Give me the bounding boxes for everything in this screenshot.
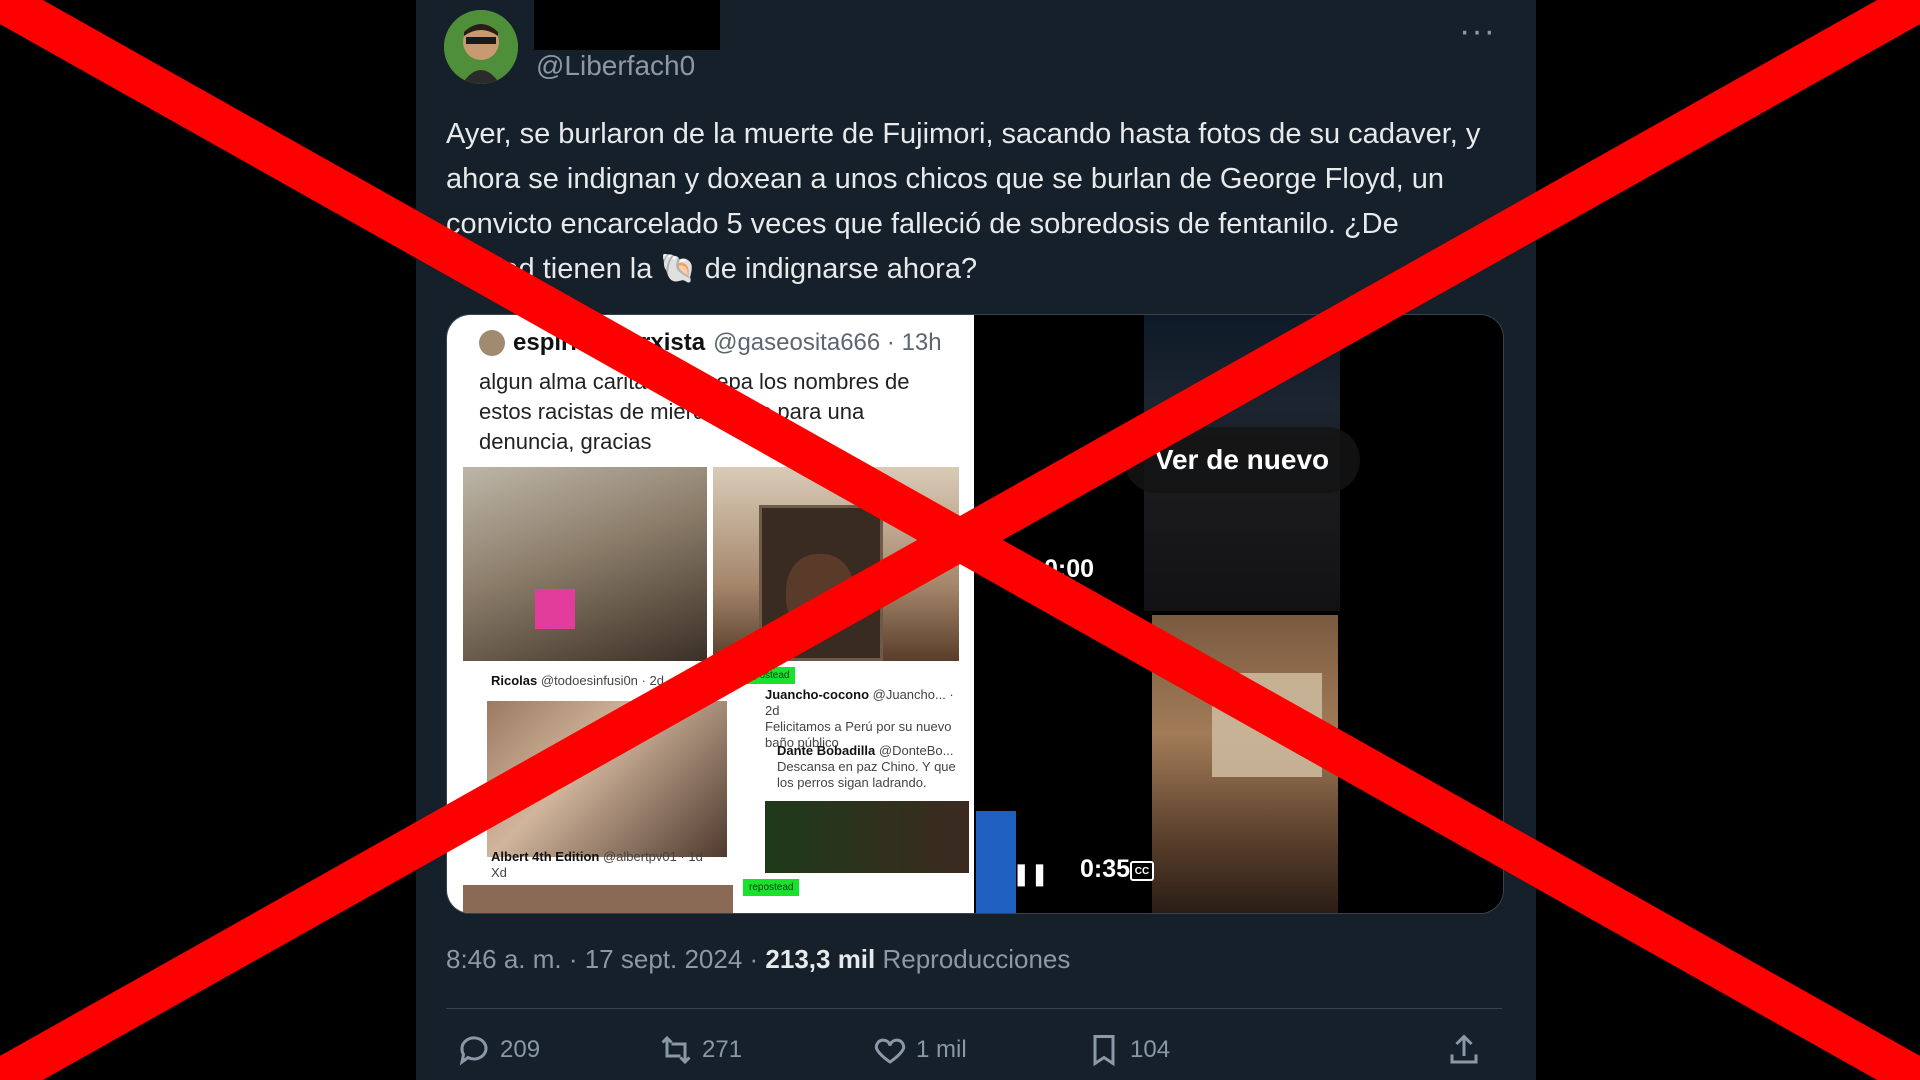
bookmark-icon bbox=[1093, 1035, 1115, 1067]
video-player-bottom[interactable]: ❚❚ 0:35 CC bbox=[976, 615, 1503, 913]
bookmark-button[interactable]: 104 bbox=[1086, 1032, 1170, 1068]
video-sign bbox=[1212, 673, 1322, 777]
reply-item: Ricolas @todoesinfusi0n · 2d bbox=[491, 673, 664, 689]
gift-box bbox=[535, 589, 575, 629]
video-player-top[interactable]: Ver de nuevo 0:00 bbox=[976, 315, 1503, 611]
quoted-header: espíritu marxista @gaseosita666 · 13h bbox=[479, 329, 942, 357]
quoted-screenshot-image[interactable]: espíritu marxista @gaseosita666 · 13h al… bbox=[447, 315, 974, 913]
user-handle[interactable]: @Liberfach0 bbox=[536, 50, 695, 82]
reply-item: Albert 4th Edition @albertpv01 · 1d Xd bbox=[491, 849, 703, 881]
video-bin bbox=[976, 811, 1016, 913]
quoted-avatar bbox=[479, 330, 505, 356]
quoted-photo-cake bbox=[713, 467, 959, 661]
reply-name: Juancho-cocono bbox=[765, 687, 870, 702]
reply-handle: @todoesinfusi0n · 2d bbox=[540, 673, 664, 688]
more-options-icon[interactable]: ··· bbox=[1459, 12, 1496, 51]
poster bbox=[759, 505, 883, 661]
bookmark-count: 104 bbox=[1130, 1036, 1171, 1063]
quoted-collage-image bbox=[463, 885, 733, 913]
reply-handle: @albertpv01 · 1d bbox=[602, 849, 703, 864]
tweet-text: Ayer, se burlaron de la muerte de Fujimo… bbox=[446, 118, 1489, 285]
reply-button[interactable]: 209 bbox=[456, 1032, 540, 1068]
tweet-meta: 8:46 a. m. · 17 sept. 2024 · 213,3 mil R… bbox=[446, 944, 1070, 975]
reply-text: Xd bbox=[491, 865, 507, 880]
reply-icon bbox=[459, 1036, 488, 1066]
video-frame bbox=[1152, 615, 1338, 913]
reply-text: Descansa en paz Chino. Y que los perros … bbox=[777, 759, 956, 790]
tweet-card: @Liberfach0 ··· Ayer, se burlaron de la … bbox=[416, 0, 1536, 1080]
reposted-tag: repostead bbox=[743, 879, 800, 896]
avatar[interactable] bbox=[444, 10, 518, 84]
quoted-name: espíritu marxista bbox=[513, 329, 706, 356]
like-button[interactable]: 1 mil bbox=[872, 1032, 967, 1068]
heart-icon bbox=[874, 1038, 906, 1064]
repost-count: 271 bbox=[702, 1036, 743, 1063]
video-time: 0:00 bbox=[1044, 555, 1095, 583]
reposted-tag: repostead bbox=[739, 667, 796, 684]
action-bar: 209 271 1 mil 104 bbox=[446, 1032, 1502, 1080]
views-count: 213,3 mil bbox=[765, 944, 876, 974]
pause-icon[interactable]: ❚❚ bbox=[1012, 861, 1049, 886]
captions-button[interactable]: CC bbox=[1130, 861, 1154, 881]
reply-handle: @DonteBo... bbox=[878, 743, 954, 758]
share-icon bbox=[1450, 1034, 1478, 1064]
quoted-photo-party bbox=[463, 467, 707, 661]
reply-name: Albert 4th Edition bbox=[491, 849, 600, 864]
poster-face bbox=[786, 554, 854, 634]
quoted-text: algun alma caritativa q sepa los nombres… bbox=[479, 369, 910, 454]
reply-name: Dante Bobadilla bbox=[777, 743, 876, 758]
divider bbox=[446, 1008, 1502, 1009]
share-button[interactable] bbox=[1446, 1032, 1482, 1068]
replay-button[interactable]: Ver de nuevo bbox=[1124, 427, 1360, 493]
quoted-collage-image bbox=[487, 701, 727, 857]
quoted-collage-image bbox=[765, 801, 969, 873]
views-label: Reproducciones bbox=[875, 944, 1071, 974]
repost-button[interactable]: 271 bbox=[658, 1032, 742, 1068]
like-count: 1 mil bbox=[916, 1036, 967, 1063]
redacted-name bbox=[534, 0, 720, 50]
reply-item: Juancho-cocono @Juancho... · 2d Felicita… bbox=[765, 687, 971, 751]
video-time: 0:35 bbox=[1080, 855, 1131, 883]
repost-icon bbox=[661, 1035, 691, 1065]
reply-item: Dante Bobadilla @DonteBo... Descansa en … bbox=[777, 743, 971, 791]
reply-count: 209 bbox=[500, 1036, 541, 1063]
avatar-image bbox=[444, 10, 518, 84]
reply-name: Ricolas bbox=[491, 673, 538, 688]
timestamp[interactable]: 8:46 a. m. · 17 sept. 2024 · bbox=[446, 944, 765, 974]
quoted-handle-time: @gaseosita666 · 13h bbox=[713, 329, 942, 356]
media-grid: espíritu marxista @gaseosita666 · 13h al… bbox=[446, 314, 1504, 914]
